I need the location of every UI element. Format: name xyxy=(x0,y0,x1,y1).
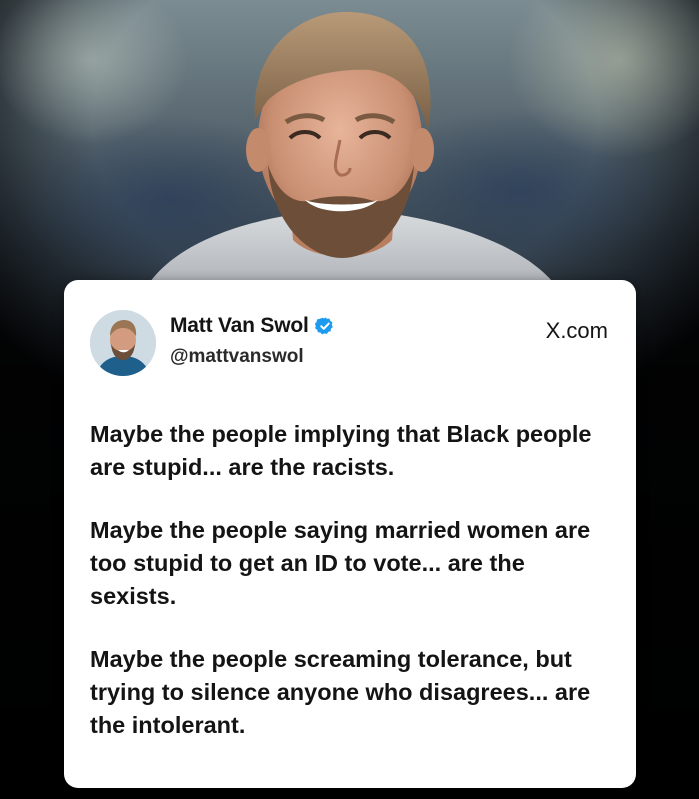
profile-photo-icon xyxy=(90,310,156,376)
post-paragraph-3: Maybe the people screaming tolerance, bu… xyxy=(90,646,591,738)
post-body: Maybe the people implying that Black peo… xyxy=(90,418,610,772)
header-portrait-photo xyxy=(140,11,565,300)
author-name[interactable]: Matt Van Swol xyxy=(170,314,309,338)
author-handle[interactable]: @mattvanswol xyxy=(170,346,304,368)
avatar[interactable] xyxy=(90,310,156,376)
post-card: Matt Van Swol @mattvanswol X.com Maybe t… xyxy=(64,280,636,788)
source-site-label: X.com xyxy=(545,318,608,343)
verified-badge-icon xyxy=(314,317,333,335)
image-canvas: Matt Van Swol @mattvanswol X.com Maybe t… xyxy=(0,0,699,799)
author-row: Matt Van Swol xyxy=(170,314,335,338)
post-paragraph-2: Maybe the people saying married women ar… xyxy=(90,517,591,609)
post-paragraph-1: Maybe the people implying that Black peo… xyxy=(90,421,592,480)
